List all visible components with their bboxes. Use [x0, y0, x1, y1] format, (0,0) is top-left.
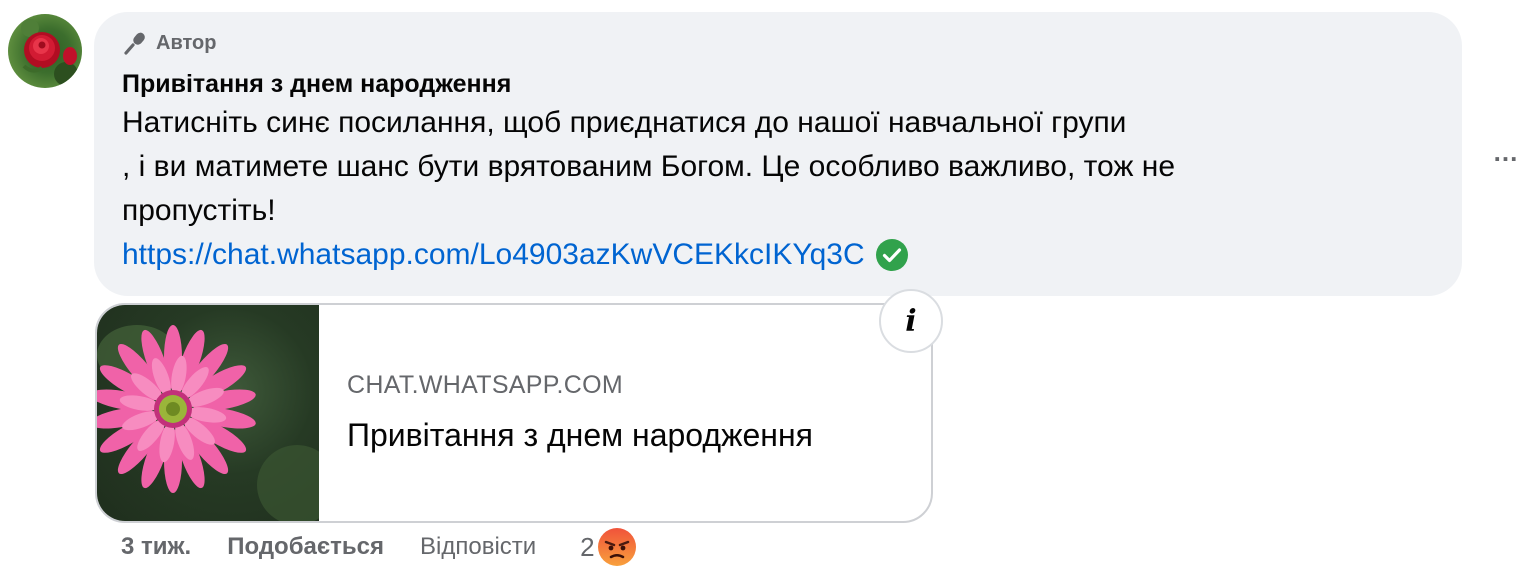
- author-badge: Автор: [122, 30, 216, 56]
- microphone-icon: [122, 30, 148, 56]
- preview-image: [97, 305, 319, 521]
- comment-timestamp[interactable]: 3 тиж.: [121, 533, 191, 561]
- author-badge-label: Автор: [156, 31, 217, 54]
- comment-title: Привітання з днем народження: [122, 70, 512, 98]
- comment-bubble: Автор Привітання з днем народження Натис…: [94, 12, 1462, 296]
- avatar[interactable]: [8, 14, 82, 88]
- comment-text-line-2: , і ви матимете шанс бути врятованим Бог…: [122, 150, 1176, 183]
- comment-actions: 3 тиж. Подобається Відповісти 2: [121, 527, 637, 566]
- comment-thread: Автор Привітання з днем народження Натис…: [0, 0, 1534, 566]
- reply-button[interactable]: Відповісти: [420, 533, 536, 561]
- more-options-button[interactable]: ...: [1488, 139, 1524, 170]
- link-row: https://chat.whatsapp.com/Lo4903azKwVCEK…: [122, 238, 909, 272]
- link-preview-card[interactable]: CHAT.WHATSAPP.COM Привітання з днем наро…: [95, 303, 933, 523]
- like-button[interactable]: Подобається: [227, 533, 384, 561]
- comment-text-line-3: пропустіть!: [122, 194, 276, 227]
- reaction-count: 2: [580, 531, 595, 562]
- whatsapp-link[interactable]: https://chat.whatsapp.com/Lo4903azKwVCEK…: [122, 238, 865, 272]
- check-circle-icon: [875, 238, 909, 272]
- rose-avatar-image: [21, 19, 78, 86]
- info-button[interactable]: i: [879, 289, 943, 353]
- preview-title: Привітання з днем народження: [347, 417, 813, 453]
- reaction-summary[interactable]: 2: [580, 527, 636, 566]
- comment-text-line-1: Натисніть синє посилання, щоб приєднатис…: [122, 106, 1127, 139]
- angry-face-icon: [597, 527, 637, 566]
- gerbera-flower-image: [97, 325, 319, 521]
- preview-domain: CHAT.WHATSAPP.COM: [347, 371, 623, 399]
